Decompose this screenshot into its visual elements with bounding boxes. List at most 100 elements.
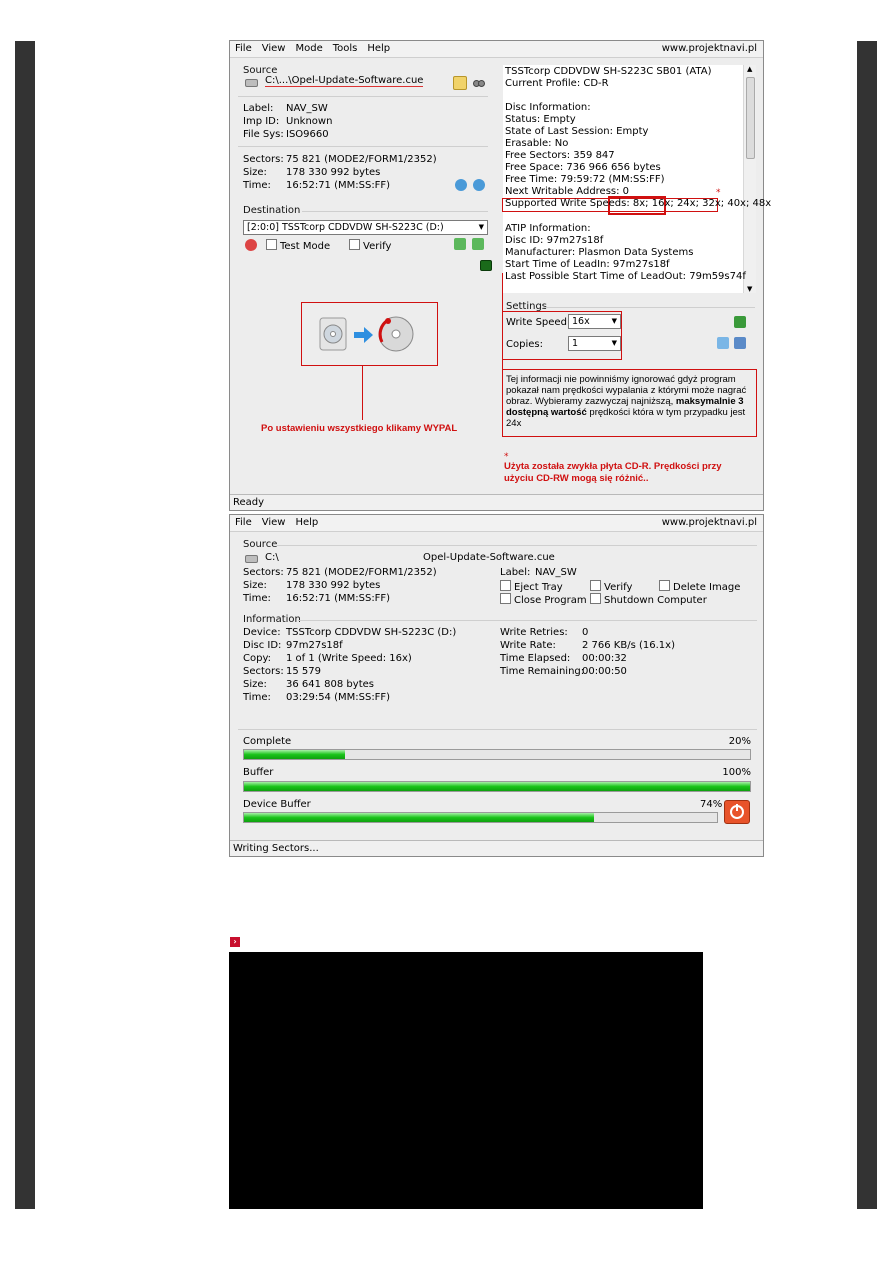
atip-line: ATIP Information: <box>505 223 591 234</box>
device-line: Disc Information: <box>505 102 591 113</box>
left-side-bar <box>15 41 35 1209</box>
scroll-down-icon[interactable]: ▼ <box>747 285 752 293</box>
information-right: Write Retries: 0 Write Rate: 2 766 KB/s (1… <box>500 627 675 679</box>
progress-pct-buffer: 100% <box>722 767 751 778</box>
scroll-up-icon[interactable]: ▲ <box>747 65 752 73</box>
menu-bar: File View Help www.projektnavi.pl <box>230 515 763 532</box>
progress-label-buffer: Buffer <box>243 767 274 778</box>
stop-icon <box>730 804 744 819</box>
calc-icon[interactable] <box>717 337 729 349</box>
verify-label: Verify <box>604 582 633 593</box>
verify-checkbox[interactable]: Verify <box>349 239 391 252</box>
menu-mode[interactable]: Mode <box>295 43 322 54</box>
write-button[interactable] <box>318 312 418 357</box>
device-info-text: TSSTcorp CDDVDW SH-S223C SB01 (ATA) Curr… <box>505 66 712 198</box>
drive-down-icon[interactable] <box>472 238 484 250</box>
progress-fill-complete <box>244 750 346 759</box>
browse-folder-icon[interactable] <box>453 76 467 90</box>
progress-fill-buffer <box>244 782 750 791</box>
supported-speeds: Supported Write Speeds: 8x; 16x; 24x; 32… <box>505 198 771 209</box>
atip-line: Start Time of LeadIn: 97m27s18f <box>505 259 670 270</box>
settings-highlight <box>502 311 622 360</box>
time-value: 03:29:54 (MM:SS:FF) <box>286 692 391 703</box>
device-line: Free Time: 79:59:72 (MM:SS:FF) <box>505 174 665 185</box>
checkbox-icon <box>266 239 277 250</box>
shutdown-computer-checkbox[interactable]: Shutdown Computer <box>590 593 707 606</box>
close-program-checkbox[interactable]: Close Program <box>500 593 587 606</box>
eject-icon[interactable] <box>245 239 257 251</box>
menu-help[interactable]: Help <box>295 517 318 528</box>
status-bar: Ready <box>230 494 763 510</box>
device-line: Status: Empty <box>505 114 576 125</box>
device-line: TSSTcorp CDDVDW SH-S223C SB01 (ATA) <box>505 66 712 77</box>
atip-line: Manufacturer: Plasmon Data Systems <box>505 247 694 258</box>
refresh-icon[interactable] <box>455 179 467 191</box>
time-value: 16:52:71 (MM:SS:FF) <box>286 593 391 604</box>
progress-bar-buffer <box>243 781 751 792</box>
menu-tools[interactable]: Tools <box>333 43 358 54</box>
file-sys-value: ISO9660 <box>286 129 329 140</box>
device-line: Erasable: No <box>505 138 569 149</box>
settings-action-icon[interactable] <box>734 316 746 328</box>
menu-view[interactable]: View <box>262 43 286 54</box>
menu-file[interactable]: File <box>235 43 252 54</box>
stop-button[interactable] <box>724 800 750 824</box>
label-key: Label: <box>243 103 274 114</box>
menu-help[interactable]: Help <box>367 43 390 54</box>
delete-image-checkbox[interactable]: Delete Image <box>659 580 740 593</box>
video-player[interactable] <box>229 952 703 1209</box>
time-key: Time: <box>243 593 271 604</box>
test-mode-label: Test Mode <box>280 241 331 252</box>
source-path[interactable]: C:\...\Opel-Update-Software.cue <box>265 75 424 87</box>
binoculars-icon[interactable] <box>473 76 485 88</box>
speeds-star: * <box>716 188 721 198</box>
info-icon[interactable] <box>473 179 485 191</box>
sectors-key: Sectors: <box>243 666 284 677</box>
sector-info: Sectors: 75 821 (MODE2/FORM1/2352) Size: 1… <box>243 154 437 193</box>
checkbox-icon <box>500 580 511 591</box>
device-line: Current Profile: CD-R <box>505 78 609 89</box>
scroll-thumb[interactable] <box>746 77 755 159</box>
information-title: Information <box>243 614 301 625</box>
destination-drive-select[interactable]: [2:0:0] TSSTcorp CDDVDW SH-S223C (D:) ▼ <box>243 220 488 235</box>
eject-tray-label: Eject Tray <box>514 582 563 593</box>
checkbox-icon <box>659 580 670 591</box>
chevron-down-icon: ▼ <box>478 223 484 231</box>
sectors-value: 75 821 (MODE2/FORM1/2352) <box>286 154 437 165</box>
log-icon[interactable] <box>480 260 492 271</box>
imgburn-write-window: File View Mode Tools Help www.projektnavi.pl… <box>229 40 771 511</box>
eject-tray-checkbox[interactable]: Eject Tray <box>500 580 563 593</box>
separator <box>238 729 757 730</box>
imgburn-progress-window: File View Help www.projektnavi.pl Source C… <box>229 514 764 857</box>
atip-info-text: ATIP Information: Disc ID: 97m27s18f Man… <box>505 223 746 283</box>
website-url[interactable]: www.projektnavi.pl <box>662 43 757 54</box>
annotation-line <box>502 273 503 369</box>
book-icon[interactable] <box>734 337 746 349</box>
website-url[interactable]: www.projektnavi.pl <box>662 517 757 528</box>
separator <box>302 211 488 212</box>
source-drive: C:\ <box>265 552 279 563</box>
checkbox-icon <box>590 593 601 604</box>
separator <box>277 545 757 546</box>
sectors-value: 15 579 <box>286 666 321 677</box>
sector-info: Sectors: 75 821 (MODE2/FORM1/2352) Size: 1… <box>243 567 437 606</box>
progress-label-device-buffer: Device Buffer <box>243 799 311 810</box>
menu-bar: File View Mode Tools Help www.projektnavi.pl <box>230 41 763 58</box>
status-bar: Writing Sectors... <box>230 840 763 856</box>
sectors-key: Sectors: <box>243 154 284 165</box>
right-side-bar <box>857 41 877 1209</box>
device-line: Free Space: 736 966 656 bytes <box>505 162 661 173</box>
checkbox-icon <box>590 580 601 591</box>
write-graphic <box>319 316 414 352</box>
menu-file[interactable]: File <box>235 517 252 528</box>
disc-id-key: Disc ID: <box>243 640 282 651</box>
device-line: State of Last Session: Empty <box>505 126 649 137</box>
link-arrow-icon[interactable]: › <box>230 937 240 947</box>
atip-line: Last Possible Start Time of LeadOut: 79m… <box>505 271 746 282</box>
test-mode-checkbox[interactable]: Test Mode <box>266 239 330 252</box>
file-sys-key: File Sys: <box>243 129 284 140</box>
verify-checkbox[interactable]: Verify <box>590 580 632 593</box>
drive-up-icon[interactable] <box>454 238 466 250</box>
menu-view[interactable]: View <box>262 517 286 528</box>
write-rate-key: Write Rate: <box>500 640 556 651</box>
